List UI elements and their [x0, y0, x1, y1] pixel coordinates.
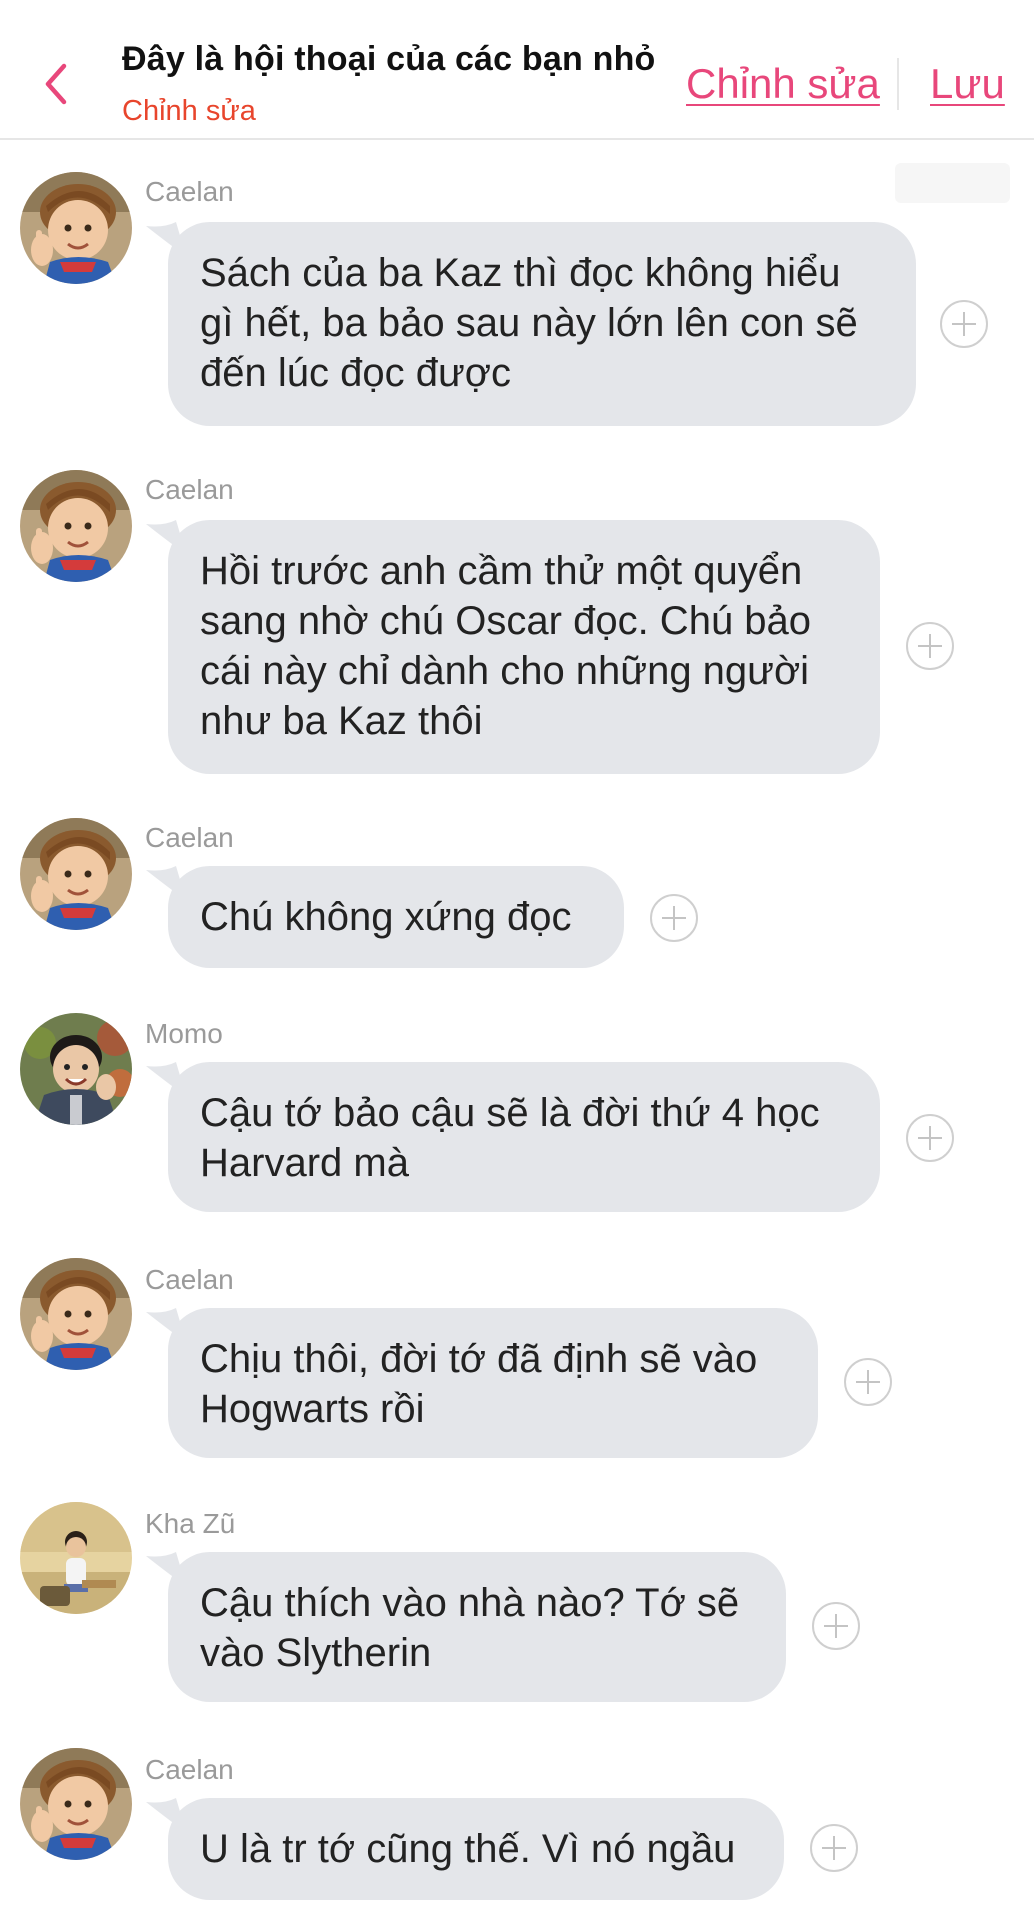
avatar-image	[20, 1502, 132, 1614]
sender-name: Kha Zũ	[145, 1508, 236, 1539]
add-reaction-button[interactable]	[812, 1602, 860, 1650]
message-bubble[interactable]: Cậu tớ bảo cậu sẽ là đời thứ 4 học Harva…	[168, 1062, 880, 1212]
sender-name: Caelan	[145, 822, 234, 853]
message-bubble[interactable]: Chú không xứng đọc	[168, 866, 624, 968]
add-reaction-button[interactable]	[940, 300, 988, 348]
sender-name: Caelan	[145, 176, 234, 207]
sender-name: Momo	[145, 1018, 223, 1049]
avatar-image	[20, 470, 132, 582]
avatar	[20, 1013, 132, 1125]
add-reaction-button[interactable]	[844, 1358, 892, 1406]
avatar-image	[20, 818, 132, 930]
message-bubble[interactable]: Hồi trước anh cầm thử một quyển sang nhờ…	[168, 520, 880, 774]
add-reaction-button[interactable]	[810, 1824, 858, 1872]
message-bubble[interactable]: Sách của ba Kaz thì đọc không hiểu gì hế…	[168, 222, 916, 426]
avatar	[20, 818, 132, 930]
sender-name: Caelan	[145, 1754, 234, 1785]
avatar-image	[20, 1013, 132, 1125]
avatar	[20, 1258, 132, 1370]
sender-name: Caelan	[145, 474, 234, 505]
avatar	[20, 1748, 132, 1860]
message-bubble[interactable]: Cậu thích vào nhà nào? Tớ sẽ vào Slyther…	[168, 1552, 786, 1702]
sender-name: Caelan	[145, 1264, 234, 1295]
header-divider	[897, 58, 899, 110]
faded-overlay	[895, 163, 1010, 203]
back-button[interactable]	[36, 58, 76, 110]
add-reaction-button[interactable]	[906, 622, 954, 670]
message-bubble[interactable]: Chịu thôi, đời tớ đã định sẽ vào Hogwart…	[168, 1308, 818, 1458]
message-bubble[interactable]: U là tr tớ cũng thế. Vì nó ngầu	[168, 1798, 784, 1900]
avatar-image	[20, 1258, 132, 1370]
page-title: Đây là hội thoại của các bạn nhỏ	[122, 40, 656, 78]
avatar	[20, 1502, 132, 1614]
edit-button[interactable]: Chỉnh sửa	[686, 60, 880, 108]
avatar-image	[20, 1748, 132, 1860]
header-bar: Đây là hội thoại của các bạn nhỏ Chỉnh s…	[0, 0, 1034, 140]
avatar	[20, 172, 132, 284]
add-reaction-button[interactable]	[650, 894, 698, 942]
avatar-image	[20, 172, 132, 284]
add-reaction-button[interactable]	[906, 1114, 954, 1162]
save-button[interactable]: Lưu	[930, 60, 1005, 108]
page-subtitle: Chỉnh sửa	[122, 95, 256, 127]
chevron-left-icon	[45, 63, 67, 105]
avatar	[20, 470, 132, 582]
